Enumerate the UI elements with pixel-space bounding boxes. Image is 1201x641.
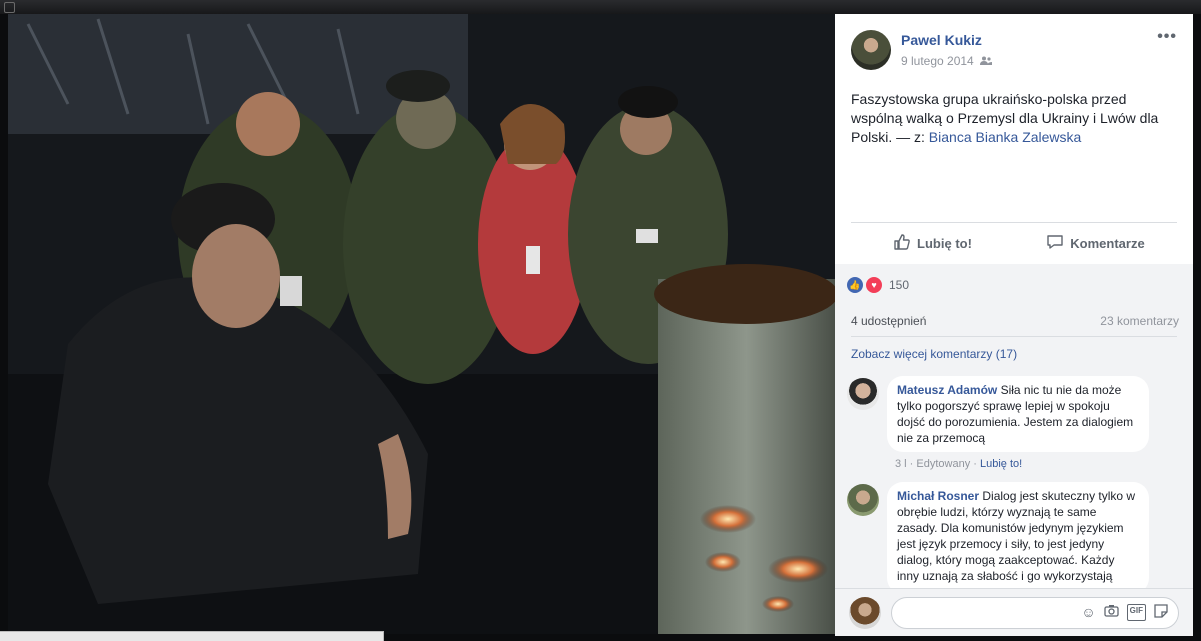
comment-button-label: Komentarze bbox=[1070, 235, 1145, 251]
like-button[interactable]: Lubię to! bbox=[851, 226, 1014, 260]
reaction-count: 150 bbox=[889, 278, 910, 292]
friends-privacy-icon[interactable] bbox=[979, 56, 992, 67]
post-actions: Lubię to! Komentarze bbox=[851, 226, 1177, 260]
like-reaction-icon: 👍 bbox=[847, 277, 863, 293]
tagged-user-link[interactable]: Bianca Bianka Zalewska bbox=[929, 129, 1082, 145]
post-meta: 9 lutego 2014 bbox=[901, 54, 992, 68]
comment-like-link[interactable]: Lubię to! bbox=[980, 458, 1022, 470]
sticker-icon[interactable] bbox=[1154, 604, 1168, 621]
post-author[interactable]: Pawel Kukiz bbox=[901, 32, 982, 48]
commenter-name[interactable]: Mateusz Adamów bbox=[897, 383, 997, 397]
comment-meta: 3 l · Edytowany · Lubię to! bbox=[895, 458, 1023, 470]
author-avatar[interactable] bbox=[851, 30, 891, 70]
browser-status-bar bbox=[0, 631, 384, 641]
comments-count[interactable]: 23 komentarzy bbox=[1100, 314, 1179, 328]
divider bbox=[851, 336, 1177, 337]
post-text-with: — z: bbox=[892, 129, 929, 145]
comment-input[interactable]: ☺ GIF bbox=[891, 597, 1179, 629]
thumbs-up-icon bbox=[893, 233, 911, 254]
comment-bubble: Mateusz Adamów Siła nic tu nie da może t… bbox=[887, 376, 1149, 452]
window-icon bbox=[4, 2, 15, 13]
post-side-panel: Pawel Kukiz 9 lutego 2014 ••• Faszystows… bbox=[835, 14, 1193, 636]
love-reaction-icon: ♥ bbox=[865, 276, 883, 294]
current-user-avatar bbox=[849, 597, 881, 629]
comment-button[interactable]: Komentarze bbox=[1014, 226, 1177, 260]
browser-top-bar bbox=[0, 0, 1201, 14]
like-button-label: Lubię to! bbox=[917, 235, 972, 251]
camera-icon[interactable] bbox=[1104, 604, 1119, 621]
composer-icons: ☺ GIF bbox=[1081, 604, 1168, 621]
comment-text: Dialog jest skuteczny tylko w obrębie lu… bbox=[897, 489, 1136, 583]
comment-time[interactable]: 3 l bbox=[895, 458, 907, 470]
reactions-summary[interactable]: 👍 ♥ 150 bbox=[847, 276, 909, 294]
post-photo[interactable] bbox=[8, 14, 835, 634]
shares-count[interactable]: 4 udostępnień bbox=[851, 314, 926, 328]
commenter-avatar[interactable] bbox=[847, 378, 879, 410]
background-edge bbox=[1193, 14, 1201, 641]
emoji-icon[interactable]: ☺ bbox=[1081, 604, 1095, 621]
comment-composer: ☺ GIF bbox=[835, 588, 1193, 636]
more-options-icon[interactable]: ••• bbox=[1157, 28, 1177, 46]
comment-bubble: Michał Rosner Dialog jest skuteczny tylk… bbox=[887, 482, 1149, 594]
comment-edited: Edytowany bbox=[916, 458, 971, 470]
post-text: Faszystowska grupa ukraińsko-polska prze… bbox=[851, 90, 1177, 147]
post-date[interactable]: 9 lutego 2014 bbox=[901, 54, 974, 68]
divider bbox=[851, 222, 1177, 223]
view-more-comments-link[interactable]: Zobacz więcej komentarzy (17) bbox=[851, 347, 1017, 361]
photo-illustration bbox=[8, 14, 835, 634]
commenter-name[interactable]: Michał Rosner bbox=[897, 489, 979, 503]
speech-bubble-icon bbox=[1046, 233, 1064, 254]
commenter-avatar[interactable] bbox=[847, 484, 879, 516]
gif-icon[interactable]: GIF bbox=[1126, 604, 1146, 621]
